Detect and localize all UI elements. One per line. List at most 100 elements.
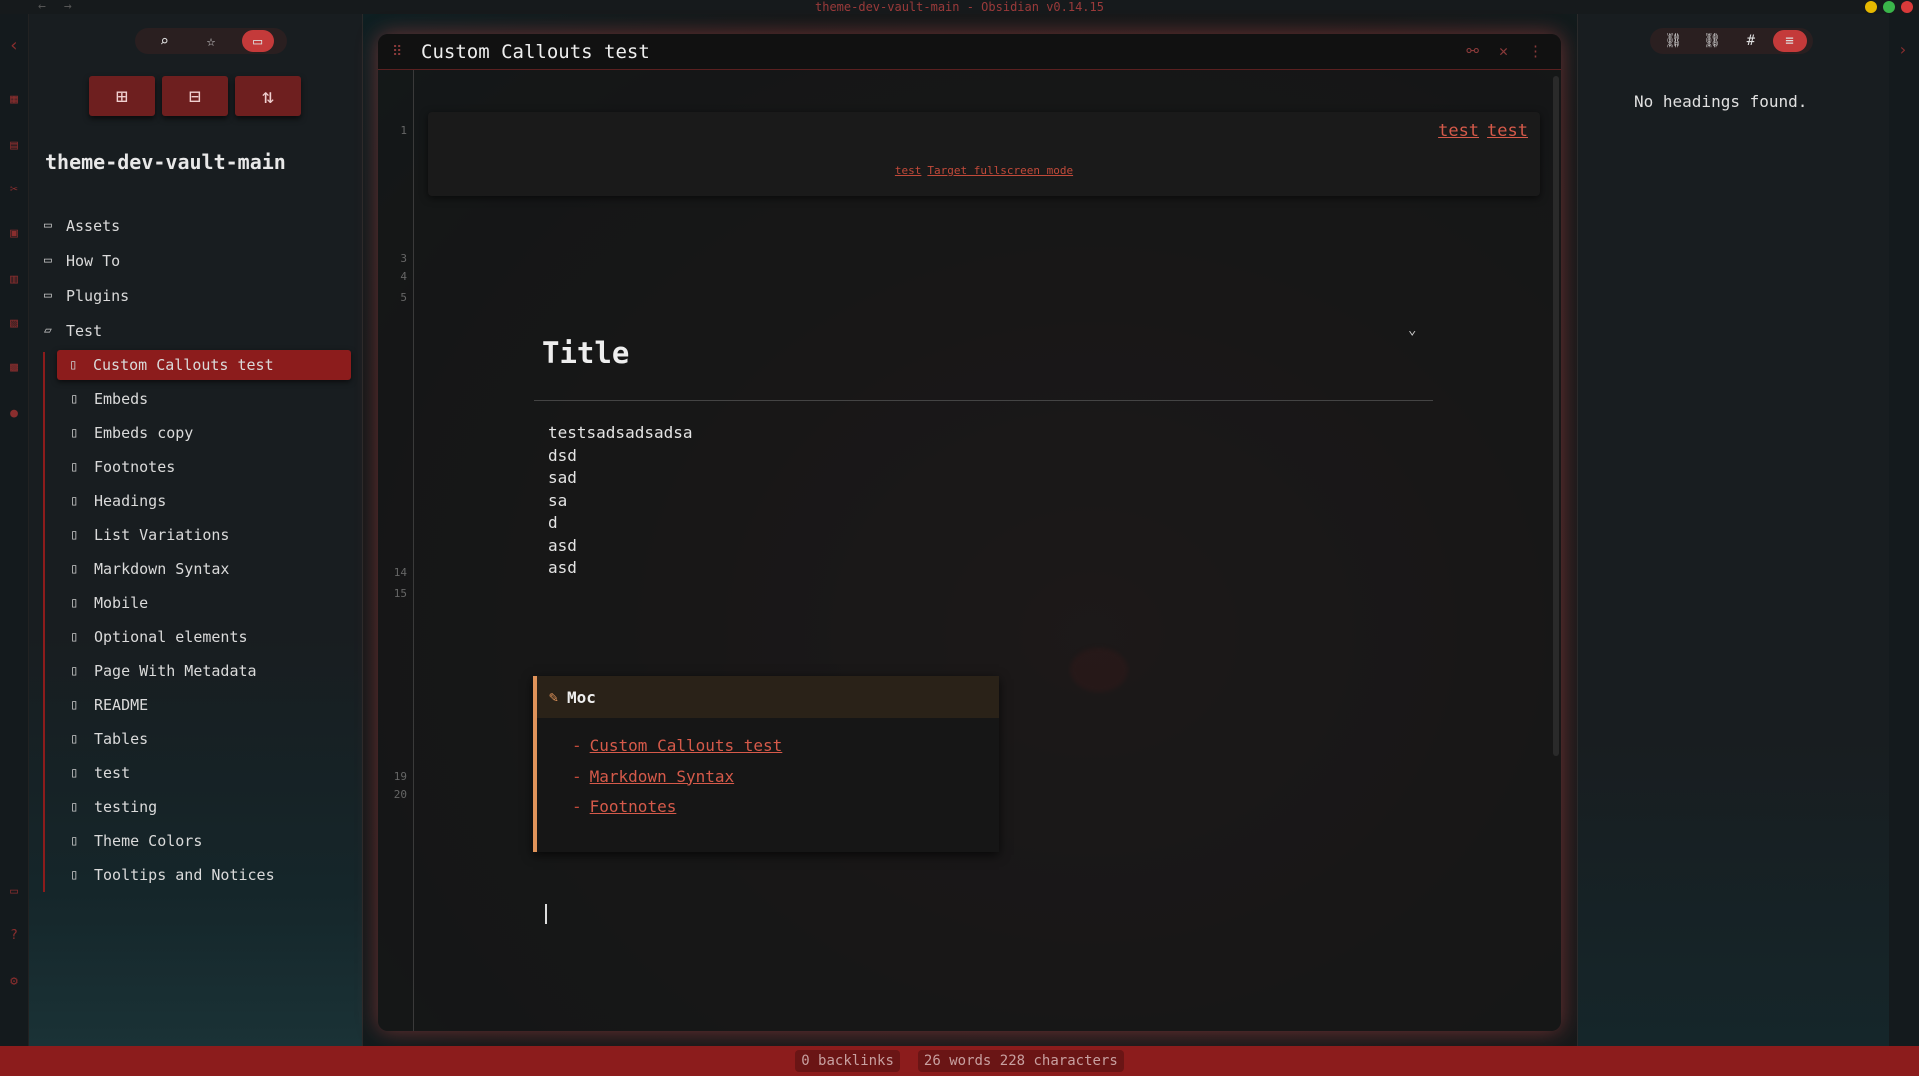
paragraph-line: sa — [548, 490, 568, 510]
file-item[interactable]: ▯ Tables — [29, 722, 363, 756]
file-item[interactable]: ▯ List Variations — [29, 518, 363, 552]
collapse-left-icon[interactable]: ‹ — [6, 37, 22, 55]
file-label: Theme Colors — [94, 832, 203, 850]
file-item[interactable]: ▯ README — [29, 688, 363, 722]
vault-name[interactable]: theme-dev-vault-main — [45, 150, 286, 174]
nav-arrows[interactable]: ←→ — [38, 0, 90, 14]
file-label: Tooltips and Notices — [94, 866, 275, 884]
collapse-right-icon[interactable]: › — [1898, 40, 1908, 59]
list-item: - Custom Callouts test — [572, 736, 783, 755]
file-icon: ▯ — [70, 697, 79, 713]
file-icon: ▯ — [70, 561, 79, 577]
file-item[interactable]: ▯ testing — [29, 790, 363, 824]
file-item[interactable]: ▯ Page With Metadata — [29, 654, 363, 688]
folder-item[interactable]: ▱ Test — [29, 313, 363, 348]
date-icon[interactable]: ▣ — [6, 226, 22, 242]
line-number: 4 — [400, 270, 407, 283]
file-icon: ▯ — [70, 595, 79, 611]
embedded-banner: test test test Target fullscreen mode — [428, 112, 1540, 196]
sort-button[interactable]: ⇅ — [235, 76, 301, 116]
close-icon[interactable]: ✕ — [1499, 42, 1508, 60]
file-label: README — [94, 696, 149, 714]
file-item[interactable]: ▯ Footnotes — [29, 450, 363, 484]
banner-link[interactable]: test — [1438, 121, 1479, 141]
folder-item[interactable]: ▭ Assets — [29, 208, 363, 243]
folder-item[interactable]: ▭ How To — [29, 243, 363, 278]
forward-arrow-icon[interactable]: → — [64, 0, 90, 14]
daily-note-icon[interactable]: ▤ — [6, 138, 22, 154]
outgoing-links-icon[interactable]: ⛓ — [1695, 30, 1729, 52]
more-options-icon[interactable]: ⋮ — [1528, 42, 1543, 60]
line-number: 20 — [393, 788, 407, 801]
file-item-active[interactable]: ▯ Custom Callouts test — [57, 350, 351, 380]
pencil-icon: ✎ — [549, 688, 559, 706]
folder-closed-icon: ▭ — [44, 288, 52, 303]
callout-title: Moc — [567, 687, 596, 707]
note-paragraph: testsadsadsadsa dsd sad sa d asd asd — [548, 422, 693, 580]
file-item[interactable]: ▯ Mobile — [29, 586, 363, 620]
banner-link[interactable]: test — [895, 164, 922, 177]
file-label: List Variations — [94, 526, 230, 544]
pane-actions: ⚯ ✕ ⋮ — [1466, 42, 1543, 60]
graph-icon[interactable]: ✂ — [6, 182, 22, 198]
calendar-icon[interactable]: ▦ — [6, 92, 22, 108]
file-label: Mobile — [94, 594, 149, 612]
file-icon: ▯ — [70, 799, 79, 815]
back-arrow-icon[interactable]: ← — [38, 0, 64, 14]
pane-title[interactable]: Custom Callouts test — [421, 41, 650, 63]
command-icon[interactable]: ▩ — [6, 360, 22, 376]
window-controls — [1865, 1, 1913, 13]
drag-handle-icon[interactable]: ⠿ — [392, 44, 402, 60]
line-number-gutter: 1 3 4 5 14 15 19 20 — [378, 70, 414, 1031]
minimize-button[interactable] — [1865, 1, 1877, 13]
reading-view-icon[interactable]: ⚯ — [1466, 42, 1479, 60]
callout-header[interactable]: ✎ Moc — [537, 676, 999, 718]
file-item[interactable]: ▯ Embeds — [29, 382, 363, 416]
banner-link[interactable]: Target fullscreen mode — [927, 164, 1073, 177]
maximize-button[interactable] — [1883, 1, 1895, 13]
search-icon[interactable]: ⌕ — [148, 30, 180, 52]
window-titlebar: ←→ theme-dev-vault-main - Obsidian v0.14… — [0, 0, 1919, 14]
internal-link[interactable]: Markdown Syntax — [590, 767, 735, 786]
settings-icon[interactable]: ⚙ — [6, 974, 22, 990]
audio-icon[interactable]: ● — [6, 406, 22, 422]
template-icon[interactable]: ▥ — [6, 272, 22, 288]
backlinks-count[interactable]: 0 backlinks — [795, 1050, 900, 1072]
file-icon: ▯ — [70, 459, 79, 475]
close-window-button[interactable] — [1901, 1, 1913, 13]
heading-divider — [534, 400, 1433, 401]
file-item[interactable]: ▯ Tooltips and Notices — [29, 858, 363, 892]
file-item[interactable]: ▯ Theme Colors — [29, 824, 363, 858]
file-item[interactable]: ▯ Headings — [29, 484, 363, 518]
outline-icon[interactable]: ≡ — [1772, 30, 1807, 52]
sidebar-tab-group: ⌕ ☆ ▭ — [135, 28, 287, 54]
banner-center-links: test Target fullscreen mode — [428, 164, 1540, 177]
fold-chevron-icon[interactable]: ⌄ — [1408, 322, 1416, 338]
file-icon: ▯ — [70, 425, 79, 441]
slides-icon[interactable]: ▧ — [6, 316, 22, 332]
file-item[interactable]: ▯ Markdown Syntax — [29, 552, 363, 586]
new-folder-button[interactable]: ⊟ — [162, 76, 228, 116]
line-number: 5 — [400, 291, 407, 304]
banner-link[interactable]: test — [1487, 121, 1528, 141]
banner-links: test test — [1430, 121, 1528, 141]
folder-label: How To — [66, 251, 121, 270]
internal-link[interactable]: Custom Callouts test — [590, 736, 783, 755]
file-icon: ▯ — [70, 663, 79, 679]
file-icon: ▯ — [70, 527, 79, 543]
star-icon[interactable]: ☆ — [195, 30, 227, 52]
file-item[interactable]: ▯ Embeds copy — [29, 416, 363, 450]
file-item[interactable]: ▯ test — [29, 756, 363, 790]
tags-icon[interactable]: # — [1734, 30, 1768, 52]
help-icon[interactable]: ? — [6, 928, 22, 944]
backlinks-icon[interactable]: ⛓ — [1656, 30, 1690, 52]
folder-icon[interactable]: ▭ — [241, 30, 274, 52]
new-note-button[interactable]: ⊞ — [89, 76, 155, 116]
internal-link[interactable]: Footnotes — [590, 797, 677, 816]
vault-icon[interactable]: ▭ — [6, 884, 22, 900]
file-icon: ▯ — [70, 391, 79, 407]
line-number: 1 — [400, 124, 407, 137]
file-item[interactable]: ▯ Optional elements — [29, 620, 363, 654]
editor-scrollbar[interactable] — [1553, 76, 1559, 756]
folder-item[interactable]: ▭ Plugins — [29, 278, 363, 313]
